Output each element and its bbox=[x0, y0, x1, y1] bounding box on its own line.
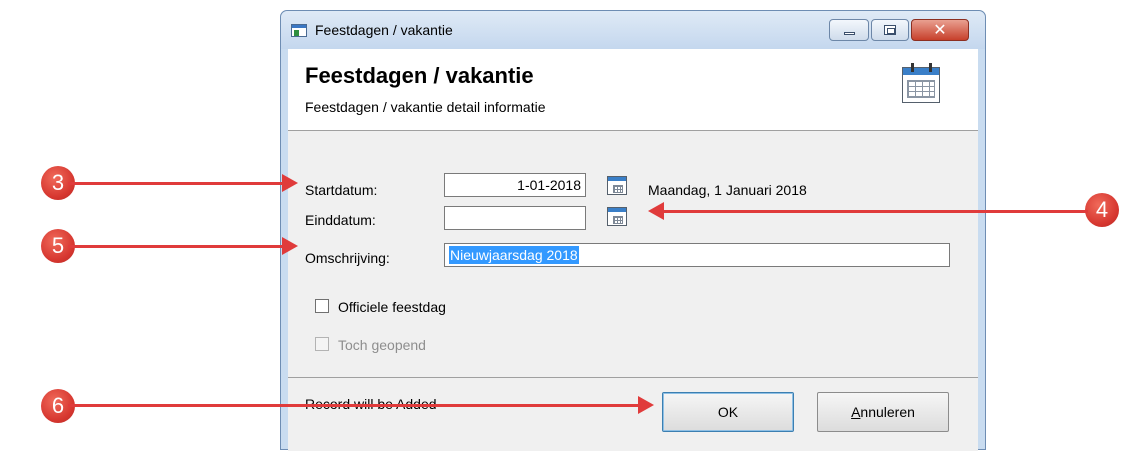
dialog-window: Feestdagen / vakantie ✕ Feestdagen / vak… bbox=[280, 10, 986, 451]
annotation-6-arrow bbox=[68, 404, 638, 407]
toch-geopend-checkbox[interactable] bbox=[315, 337, 329, 351]
annotation-4-arrow bbox=[664, 210, 1088, 213]
toch-geopend-label: Toch geopend bbox=[338, 337, 426, 353]
close-button[interactable]: ✕ bbox=[911, 19, 969, 41]
annuleren-label-rest: nnuleren bbox=[860, 404, 915, 420]
title-bar[interactable]: Feestdagen / vakantie ✕ bbox=[281, 11, 985, 49]
omschrijving-label: Omschrijving: bbox=[305, 250, 390, 266]
einddatum-calendar-icon[interactable] bbox=[607, 207, 627, 226]
header-subtitle: Feestdagen / vakantie detail informatie bbox=[305, 99, 546, 115]
ok-button[interactable]: OK bbox=[662, 392, 794, 432]
omschrijving-selected-text: Nieuwjaarsdag 2018 bbox=[449, 246, 579, 264]
dialog-client: Feestdagen / vakantie Feestdagen / vakan… bbox=[288, 49, 978, 451]
app-icon bbox=[291, 24, 307, 37]
close-icon: ✕ bbox=[933, 20, 947, 39]
window-title: Feestdagen / vakantie bbox=[315, 22, 453, 38]
officiele-feestdag-checkbox[interactable] bbox=[315, 299, 329, 313]
officiele-feestdag-label: Officiele feestdag bbox=[338, 299, 446, 315]
calendar-icon bbox=[902, 63, 940, 103]
startdatum-input[interactable]: 1-01-2018 bbox=[444, 173, 586, 197]
annotation-4-arrowhead bbox=[648, 202, 664, 220]
annotation-3-arrow bbox=[68, 182, 282, 185]
annotation-5-arrow bbox=[68, 245, 282, 248]
startdatum-label: Startdatum: bbox=[305, 182, 378, 198]
maximize-button[interactable] bbox=[871, 19, 909, 41]
omschrijving-input[interactable]: Nieuwjaarsdag 2018 bbox=[444, 243, 950, 267]
minimize-button[interactable] bbox=[829, 19, 869, 41]
header-title: Feestdagen / vakantie bbox=[305, 63, 534, 88]
einddatum-input[interactable] bbox=[444, 206, 586, 230]
annuleren-button[interactable]: Annuleren bbox=[817, 392, 949, 432]
annotation-4-badge: 4 bbox=[1085, 193, 1119, 227]
startdatum-weekday-text: Maandag, 1 Januari 2018 bbox=[648, 182, 807, 198]
maximize-icon bbox=[884, 25, 896, 35]
annotation-3-arrowhead bbox=[282, 174, 298, 192]
annotation-6-arrowhead bbox=[638, 396, 654, 414]
startdatum-calendar-icon[interactable] bbox=[607, 176, 627, 195]
minimize-icon bbox=[844, 32, 855, 35]
einddatum-label: Einddatum: bbox=[305, 212, 376, 228]
footer-divider bbox=[288, 377, 978, 378]
annotation-5-arrowhead bbox=[282, 237, 298, 255]
dialog-header: Feestdagen / vakantie Feestdagen / vakan… bbox=[288, 49, 978, 131]
